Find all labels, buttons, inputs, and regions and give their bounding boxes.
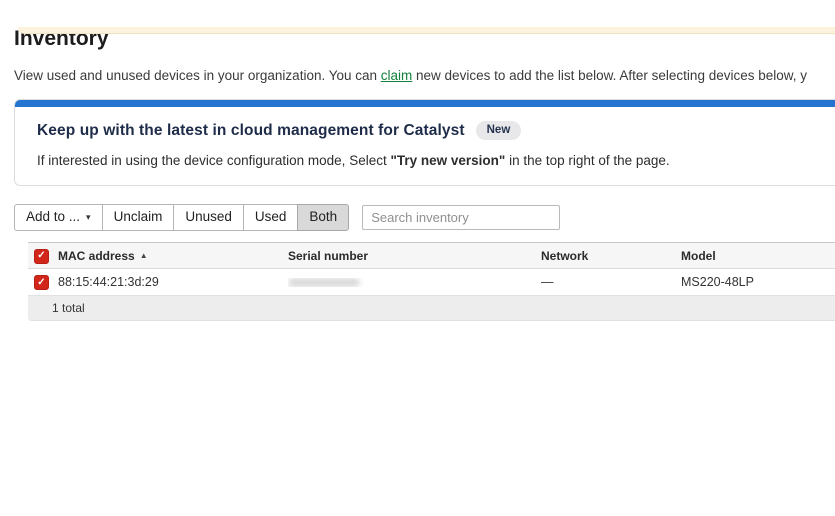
check-icon: ✓ (37, 251, 45, 261)
banner-body: Keep up with the latest in cloud managem… (15, 107, 835, 185)
inventory-table: ✓ MAC address ▲ Serial number Network Mo… (28, 242, 835, 321)
catalyst-banner: Keep up with the latest in cloud managem… (14, 99, 835, 186)
serial-number-cell (288, 278, 541, 287)
filter-used-button[interactable]: Used (243, 204, 299, 231)
network-cell: — (541, 275, 681, 289)
unclaim-button[interactable]: Unclaim (102, 204, 175, 231)
banner-text-bold: "Try new version" (390, 153, 505, 168)
check-icon: ✓ (37, 278, 45, 288)
inventory-toolbar: Add to ... ▾ Unclaim Unused Used Both (14, 204, 835, 231)
filter-both-button[interactable]: Both (297, 204, 349, 231)
caret-down-icon: ▾ (86, 213, 91, 222)
banner-text: If interested in using the device config… (37, 153, 813, 168)
search-input[interactable] (362, 205, 560, 230)
inventory-page: Inventory View used and unused devices i… (0, 27, 835, 321)
column-header-network[interactable]: Network (541, 249, 681, 263)
banner-accent-bar (15, 100, 835, 107)
filter-unused-button[interactable]: Unused (173, 204, 244, 231)
sort-ascending-icon: ▲ (140, 251, 148, 260)
intro-text: View used and unused devices in your org… (14, 68, 835, 83)
select-all-checkbox[interactable]: ✓ (34, 249, 49, 264)
banner-text-after: in the top right of the page. (505, 153, 669, 168)
mac-address-cell: 88:15:44:21:3d:29 (58, 275, 288, 289)
intro-text-before: View used and unused devices in your org… (14, 68, 381, 83)
filter-button-group: Add to ... ▾ Unclaim Unused Used Both (14, 204, 349, 231)
top-alert-remnant (18, 27, 835, 34)
new-badge: New (476, 121, 522, 140)
intro-text-after: new devices to add the list below. After… (412, 68, 807, 83)
table-footer: 1 total (28, 296, 835, 321)
column-header-model[interactable]: Model (681, 249, 835, 263)
total-count: 1 total (52, 301, 85, 315)
banner-text-before: If interested in using the device config… (37, 153, 390, 168)
model-cell: MS220-48LP (681, 275, 835, 289)
banner-title: Keep up with the latest in cloud managem… (37, 122, 465, 140)
serial-number-redacted (288, 278, 360, 287)
column-header-mac-address[interactable]: MAC address ▲ (58, 249, 148, 263)
table-header-row: ✓ MAC address ▲ Serial number Network Mo… (28, 242, 835, 269)
add-to-label: Add to ... (26, 209, 80, 225)
claim-link[interactable]: claim (381, 68, 413, 83)
column-header-serial-number[interactable]: Serial number (288, 249, 541, 263)
row-checkbox[interactable]: ✓ (34, 275, 49, 290)
add-to-dropdown-button[interactable]: Add to ... ▾ (14, 204, 103, 231)
table-row[interactable]: ✓ 88:15:44:21:3d:29 — MS220-48LP (28, 269, 835, 296)
